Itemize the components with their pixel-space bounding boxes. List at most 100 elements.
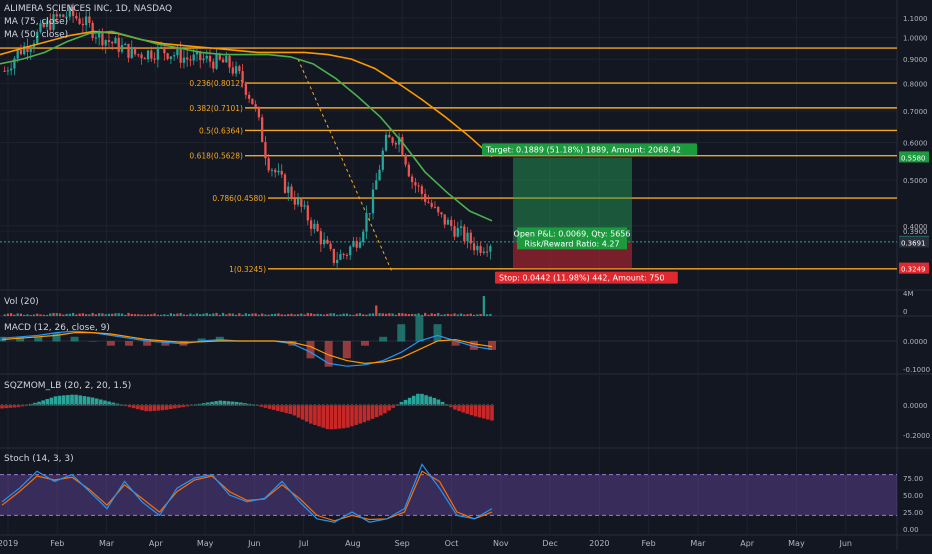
sqzmom-dot: [309, 404, 312, 406]
candle-body: [150, 50, 153, 59]
volume-bar: [117, 313, 120, 316]
volume-bar: [19, 313, 23, 316]
candle-body: [280, 170, 283, 175]
sqzmom-dot: [182, 404, 185, 406]
sqzmom-dot: [215, 404, 218, 406]
volume-bar: [124, 314, 127, 316]
volume-bar: [150, 314, 153, 316]
candle-body: [274, 169, 277, 173]
sqzmom-dot: [355, 404, 358, 406]
sqzmom-dot: [318, 404, 321, 406]
chart-svg[interactable]: 2019 Feb Mar Apr May Jun Jul Aug Sep Oct Nov Dec 202…: [0, 0, 932, 550]
volume-bar: [277, 313, 280, 316]
sqzmom-dot: [445, 404, 448, 406]
sqzmom-dot: [239, 404, 242, 406]
sqzmom-bar: [424, 395, 428, 406]
candle-body: [319, 231, 322, 245]
x-tick-label: May: [197, 539, 214, 548]
sqzmom-bar: [346, 405, 350, 428]
sqzmom-bar: [477, 405, 482, 418]
candle-body: [146, 50, 150, 60]
sqzmom-dot: [38, 404, 41, 406]
sqzmom-dot: [9, 404, 12, 406]
volume-bar: [94, 314, 98, 316]
sqzmom-dot: [338, 404, 341, 406]
volume-bar: [329, 313, 332, 316]
sqzmom-dot: [91, 404, 94, 406]
sqzmom-bar: [284, 405, 288, 413]
volume-bar: [485, 314, 489, 316]
volume-bar: [143, 314, 146, 316]
volume-bar: [378, 313, 381, 316]
candle-body: [362, 231, 365, 243]
volume-bar: [241, 314, 244, 316]
chart-canvas[interactable]: 2019 Feb Mar Apr May Jun Jul Aug Sep Oct Nov Dec 202…: [0, 0, 932, 550]
candle-body: [388, 134, 391, 138]
volume-bar: [287, 314, 290, 316]
candle-body: [368, 213, 371, 215]
sqzmom-dot: [206, 404, 209, 406]
sqzmom-dot: [466, 404, 469, 406]
candle-body: [394, 142, 397, 145]
sqzmom-dot: [219, 404, 222, 406]
sqzmom-bar: [341, 405, 346, 429]
fib-level-label: 0.382(0.7101): [189, 104, 243, 113]
candle-body: [251, 98, 254, 105]
sqzmom-dot: [211, 404, 213, 406]
sqzmom-dot: [322, 404, 325, 406]
candle-body: [420, 186, 424, 194]
volume-bar: [58, 313, 62, 316]
candle-body: [296, 198, 300, 205]
volume-bar: [6, 313, 10, 316]
x-tick-label: Sep: [395, 539, 410, 548]
sqzmom-dot: [194, 404, 197, 406]
volume-bar: [469, 313, 472, 316]
x-tick-label: Feb: [50, 539, 64, 548]
candle-body: [381, 150, 384, 170]
volume-bar: [36, 313, 39, 316]
sqzmom-dot: [256, 404, 259, 406]
sqzmom-dot: [124, 404, 127, 406]
candle-body: [124, 43, 127, 46]
candle-body: [384, 134, 388, 151]
open-pl-label: Open P&L: 0.0069, Qty: 5656: [514, 229, 631, 238]
volume-bar: [192, 314, 195, 316]
sqzmom-dot: [425, 404, 428, 406]
sqzmom-bar: [350, 405, 354, 427]
volume-bar: [127, 312, 130, 316]
volume-zero-label: 0: [903, 308, 907, 316]
sqzmom-dot: [231, 404, 234, 406]
volume-bar: [453, 313, 456, 316]
sqzmom-dot: [396, 404, 399, 406]
candle-body: [117, 38, 120, 52]
volume-bar: [137, 314, 140, 316]
candle-body: [485, 251, 489, 253]
x-tick-label: Jul: [298, 539, 309, 548]
sqzmom-dot: [437, 404, 440, 406]
candle-body: [283, 174, 287, 193]
volume-bar: [313, 314, 316, 316]
sqzmom-dot: [416, 404, 419, 406]
candle-body: [143, 58, 146, 60]
sqzmom-dot: [153, 404, 156, 406]
volume-bar: [52, 312, 55, 316]
macd-hist-bar: [125, 341, 134, 346]
volume-bar: [120, 313, 124, 316]
candle-body: [215, 53, 218, 69]
volume-bar: [156, 314, 159, 316]
volume-bar: [205, 313, 208, 316]
candle-body: [111, 41, 114, 44]
ma75-legend: MA (75, close): [4, 17, 69, 27]
sqzmom-dot: [272, 404, 275, 406]
sqzmom-dot: [470, 404, 473, 406]
candle-body: [182, 57, 186, 63]
volume-bar: [65, 313, 68, 316]
sqzmom-dot: [42, 404, 45, 406]
sqzmom-dot: [136, 404, 139, 406]
candle-body: [130, 47, 133, 58]
candle-body: [433, 206, 437, 208]
volume-bar: [414, 313, 417, 316]
sqzmom-bar: [288, 405, 293, 414]
volume-bar: [257, 314, 261, 316]
volume-bar: [55, 313, 58, 316]
